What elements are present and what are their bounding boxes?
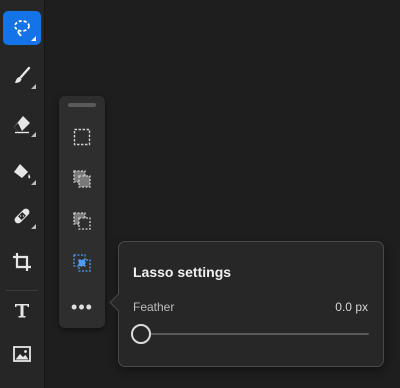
tool-flyout-indicator — [31, 84, 36, 89]
tool-flyout-indicator — [31, 180, 36, 185]
eraser-icon — [11, 113, 33, 135]
subtract-selection-icon — [72, 211, 92, 236]
new-selection-button[interactable] — [68, 125, 96, 153]
bandage-icon — [11, 205, 33, 227]
left-toolbar — [0, 0, 45, 388]
feather-label: Feather — [133, 300, 175, 314]
brush-icon — [11, 65, 33, 87]
slider-track — [141, 333, 369, 335]
new-selection-icon — [72, 127, 92, 152]
selection-mode-flyout: ••• — [59, 96, 105, 328]
panel-title: Lasso settings — [133, 264, 232, 280]
lasso-icon — [11, 17, 33, 39]
feather-value[interactable]: 0.0 px — [335, 300, 368, 314]
add-selection-icon — [72, 169, 92, 194]
tool-flyout-indicator — [31, 132, 36, 137]
lasso-settings-panel: Lasso settings Feather 0.0 px — [109, 241, 384, 367]
feather-slider[interactable] — [131, 324, 369, 344]
crop-icon — [11, 251, 33, 273]
lasso-tool-button[interactable] — [3, 11, 41, 45]
crop-tool-button[interactable] — [3, 245, 41, 279]
paint-bucket-icon — [11, 161, 33, 183]
tool-flyout-indicator — [31, 224, 36, 229]
image-tool-button[interactable] — [3, 337, 41, 371]
fill-tool-button[interactable] — [3, 155, 41, 189]
subtract-from-selection-button[interactable] — [68, 209, 96, 237]
intersect-selection-button[interactable] — [68, 251, 96, 279]
image-icon — [11, 343, 33, 365]
text-tool-button[interactable] — [3, 293, 41, 327]
intersect-selection-icon — [72, 253, 92, 278]
add-to-selection-button[interactable] — [68, 167, 96, 195]
text-icon — [11, 299, 33, 321]
flyout-drag-handle[interactable] — [68, 103, 96, 107]
more-options-button[interactable]: ••• — [68, 298, 96, 320]
brush-tool-button[interactable] — [3, 59, 41, 93]
slider-thumb[interactable] — [131, 324, 151, 344]
healing-tool-button[interactable] — [3, 199, 41, 233]
tool-flyout-indicator — [31, 36, 36, 41]
toolbar-divider — [6, 290, 38, 291]
eraser-tool-button[interactable] — [3, 107, 41, 141]
